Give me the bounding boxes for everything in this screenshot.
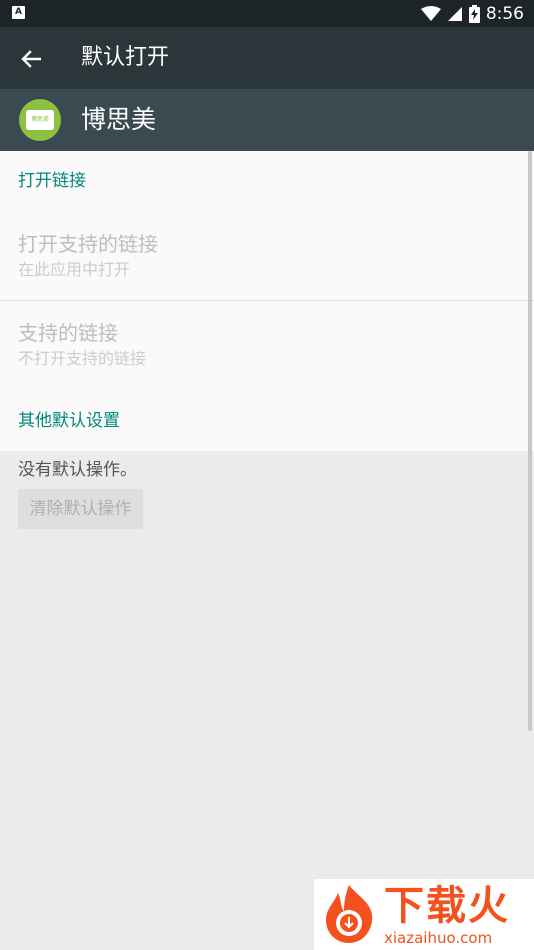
- section-title-other-defaults: 其他默认设置: [18, 411, 120, 431]
- no-default-actions-text: 没有默认操作。: [18, 460, 137, 480]
- preferences-card: 打开链接 打开支持的链接 在此应用中打开 支持的链接 不打开支持的链接 其他默认…: [0, 151, 534, 451]
- pref-supported-links[interactable]: 支持的链接 不打开支持的链接: [0, 301, 534, 389]
- status-icons: 8:56: [420, 0, 524, 27]
- arrow-back-icon: [21, 50, 41, 68]
- pref-supported-links-summary: 不打开支持的链接: [18, 349, 147, 368]
- default-open-settings-screen: A 8:56 默认打开 博思美 博思美 打开链接 打开支持的链接 在此应用中打开…: [0, 0, 534, 950]
- watermark: 下载火 xiazaihuo.com: [314, 879, 534, 950]
- notification-a-icon: A: [12, 6, 25, 19]
- watermark-text: 下载火: [384, 883, 510, 929]
- clear-defaults-button[interactable]: 清除默认操作: [18, 489, 143, 529]
- flame-logo-icon: [326, 885, 373, 943]
- back-button[interactable]: [14, 42, 48, 76]
- pref-supported-links-title: 支持的链接: [18, 321, 118, 345]
- toolbar: 默认打开: [0, 27, 534, 89]
- section-title-open-links: 打开链接: [18, 171, 86, 191]
- signal-icon: [447, 6, 462, 21]
- scrollbar[interactable]: [528, 151, 532, 731]
- battery-charging-icon: [468, 4, 480, 23]
- app-name: 博思美: [81, 105, 157, 134]
- status-bar: A 8:56: [0, 0, 534, 27]
- app-logo-icon: 博思美: [19, 99, 61, 141]
- page-title: 默认打开: [81, 45, 170, 70]
- status-time: 8:56: [485, 3, 524, 24]
- watermark-url: xiazaihuo.com: [384, 929, 493, 947]
- pref-open-supported-links[interactable]: 打开支持的链接 在此应用中打开: [0, 211, 534, 299]
- wifi-icon: [420, 5, 441, 21]
- app-logo-label: 博思美: [26, 110, 54, 130]
- app-header: 博思美 博思美: [0, 89, 534, 151]
- pref-open-supported-summary: 在此应用中打开: [18, 260, 131, 279]
- pref-open-supported-title: 打开支持的链接: [18, 232, 158, 256]
